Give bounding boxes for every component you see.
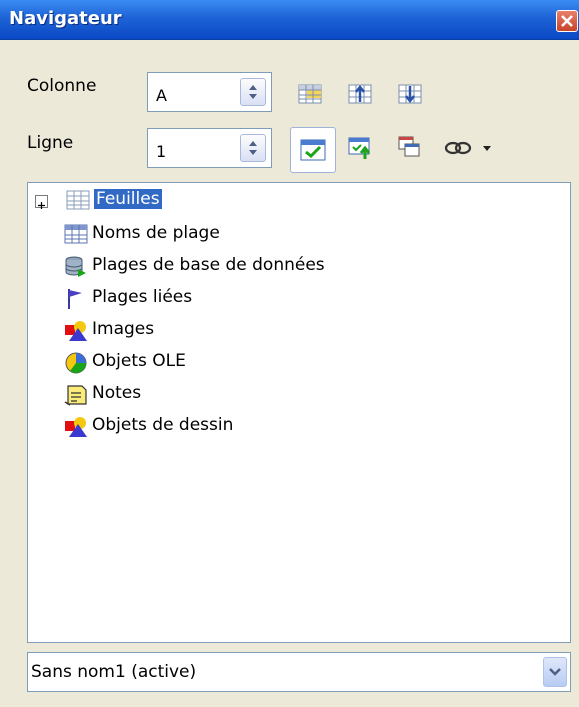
tree-item-images[interactable]: Images <box>64 317 484 345</box>
ole-objects-icon <box>64 351 88 375</box>
column-value[interactable]: A <box>156 86 167 105</box>
spin-arrows-icon <box>249 141 257 155</box>
document-select-dropdown-button[interactable] <box>543 657 567 687</box>
drag-mode-icon <box>348 137 371 159</box>
linked-range-flag-icon <box>64 287 88 311</box>
window-title: Navigateur <box>9 8 122 29</box>
scenarios-icon <box>398 136 420 157</box>
tree-item-label: Feuilles <box>94 189 162 209</box>
row-label: Ligne <box>27 133 74 153</box>
close-icon <box>561 15 573 27</box>
close-button[interactable] <box>556 10 578 32</box>
link-icon <box>444 141 472 155</box>
sheets-icon <box>66 189 90 213</box>
database-range-icon <box>64 255 88 279</box>
spin-arrows-icon <box>249 85 257 99</box>
tree-item-notes[interactable]: Notes <box>64 381 484 409</box>
tree-item-linked-ranges[interactable]: Plages liées <box>64 285 484 313</box>
tree-item-label: Objets de dessin <box>92 415 234 435</box>
tree-item-label: Objets OLE <box>92 351 186 371</box>
dropdown-arrow-icon[interactable] <box>482 143 492 153</box>
scenarios-button[interactable] <box>397 135 427 165</box>
contents-icon <box>300 139 326 161</box>
document-select[interactable]: Sans nom1 (active) <box>27 652 571 692</box>
column-label: Colonne <box>27 76 97 96</box>
data-range-icon <box>298 84 322 104</box>
tree-item-label: Noms de plage <box>92 223 220 243</box>
title-bar: Navigateur <box>0 0 579 40</box>
row-spinbox[interactable]: 1 <box>147 128 272 168</box>
data-range-button[interactable] <box>297 82 327 112</box>
tree-item-label: Plages liées <box>92 287 193 307</box>
start-button[interactable] <box>347 82 377 112</box>
end-icon <box>398 84 422 104</box>
tree-item-range-names[interactable]: Noms de plage <box>64 221 484 249</box>
range-names-icon <box>64 223 88 247</box>
tree-item-database-ranges[interactable]: Plages de base de données <box>64 253 484 281</box>
images-icon <box>64 319 88 343</box>
start-icon <box>348 84 372 104</box>
column-spinbox[interactable]: A <box>147 72 272 112</box>
column-spin-arrows[interactable] <box>240 78 266 106</box>
expand-icon[interactable] <box>35 195 48 209</box>
row-value[interactable]: 1 <box>156 142 166 161</box>
end-button[interactable] <box>397 82 427 112</box>
tree-item-label: Notes <box>92 383 142 403</box>
row-spin-arrows[interactable] <box>240 134 266 162</box>
notes-icon <box>64 383 88 407</box>
contents-toggle-button[interactable] <box>290 127 336 173</box>
document-select-value: Sans nom1 (active) <box>31 662 197 682</box>
link-mode-button[interactable] <box>442 135 494 165</box>
tree-item-label: Plages de base de données <box>92 255 325 275</box>
tree-item-label: Images <box>92 319 155 339</box>
tree-item-drawing-objects[interactable]: Objets de dessin <box>64 413 484 441</box>
drag-mode-button[interactable] <box>347 135 377 165</box>
chevron-down-icon <box>549 668 561 676</box>
tree-item-sheets[interactable]: Feuilles <box>30 187 230 215</box>
drawing-objects-icon <box>64 415 88 439</box>
content-tree[interactable]: Feuilles Noms de plage Plages de base de… <box>27 182 571 643</box>
tree-item-ole-objects[interactable]: Objets OLE <box>64 349 484 377</box>
